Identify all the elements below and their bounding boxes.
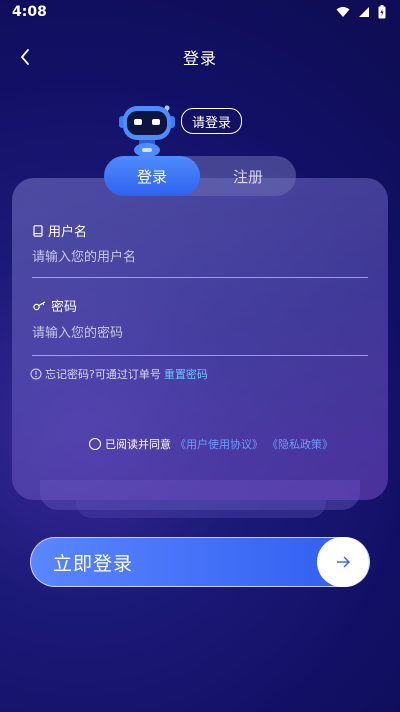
password-label-text: 密码 [51, 300, 78, 315]
agreement-row: 已阅读并同意 《用户使用协议》 《隐私政策》 [89, 436, 333, 452]
login-button-label: 立即登录 [53, 552, 134, 575]
privacy-policy-link[interactable]: 《隐私政策》 [267, 436, 333, 452]
forgot-password-hint: 忘记密码?可通过订单号 重置密码 [30, 366, 208, 382]
agreement-text: 已阅读并同意 [105, 438, 171, 451]
tab-register[interactable]: 注册 [200, 156, 296, 196]
arrow-button [317, 537, 369, 587]
password-label: 密码 [33, 296, 77, 315]
phone-icon [33, 224, 43, 237]
reset-password-link[interactable]: 重置密码 [164, 366, 208, 382]
back-chevron-icon [21, 49, 29, 65]
signal-icon [359, 7, 369, 17]
agreement-checkbox[interactable] [89, 438, 101, 450]
user-agreement-link[interactable]: 《用户使用协议》 [175, 436, 263, 452]
wifi-icon [336, 7, 350, 17]
password-divider [32, 355, 368, 356]
status-time: 4:08 [12, 4, 47, 20]
info-icon [30, 368, 42, 380]
username-label-text: 用户名 [48, 225, 88, 240]
username-input[interactable] [32, 242, 368, 272]
status-bar: 4:08 [0, 0, 400, 24]
back-button[interactable] [14, 44, 36, 70]
app-header: 登录 [0, 40, 400, 74]
username-divider [32, 277, 368, 278]
battery-icon [378, 5, 386, 19]
login-button[interactable]: 立即登录 [30, 537, 370, 587]
hint-text: 忘记密码?可通过订单号 [45, 368, 161, 381]
auth-tabs: 登录 注册 [104, 156, 296, 196]
page-title: 登录 [182, 49, 217, 68]
tab-login[interactable]: 登录 [104, 156, 200, 196]
login-hint-bubble: 请登录 [181, 108, 243, 134]
key-icon [33, 300, 46, 310]
status-icons [336, 5, 386, 19]
password-input[interactable] [32, 318, 368, 348]
arrow-right-icon [337, 556, 350, 568]
username-label: 用户名 [33, 221, 87, 240]
robot-mascot-icon [119, 105, 175, 157]
